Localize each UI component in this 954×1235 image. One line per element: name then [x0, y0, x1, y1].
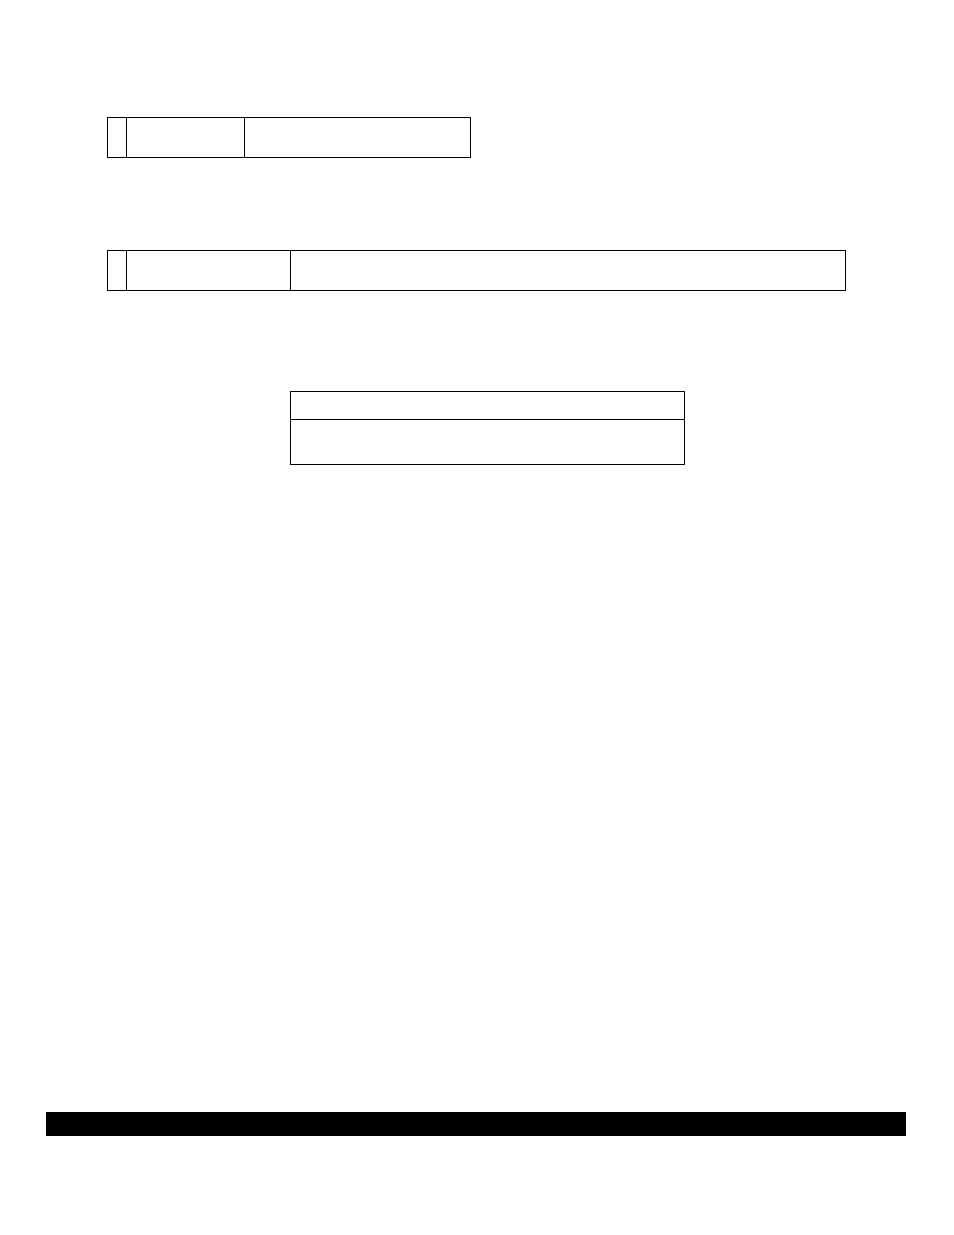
table-row — [291, 420, 685, 465]
cell-body — [291, 420, 685, 465]
table-1 — [107, 117, 471, 158]
cell — [108, 118, 127, 158]
cell — [127, 118, 245, 158]
table-row — [108, 251, 846, 291]
cell — [108, 251, 127, 291]
cell — [245, 118, 471, 158]
table-row — [291, 392, 685, 420]
table-row — [108, 118, 471, 158]
table-2 — [107, 250, 846, 291]
cell-header — [291, 392, 685, 420]
page — [0, 0, 954, 1235]
cell — [127, 251, 291, 291]
cell — [291, 251, 846, 291]
table-3 — [290, 391, 685, 465]
divider-bar — [46, 1112, 906, 1136]
